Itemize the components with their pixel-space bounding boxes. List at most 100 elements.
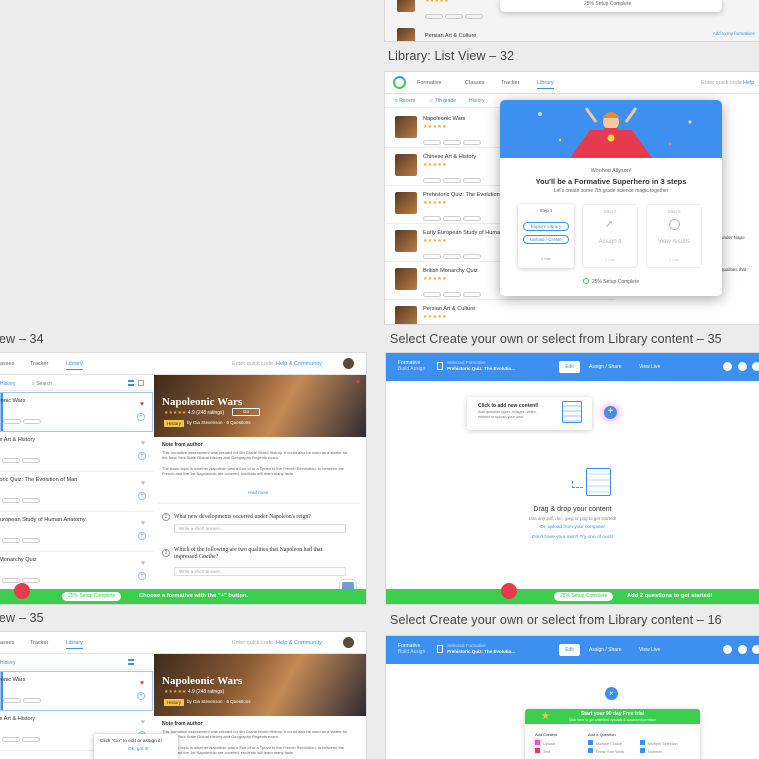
step-card-1[interactable]: Step 1 Explore Library Upload / Create 2… — [518, 204, 574, 268]
logo-icon[interactable] — [393, 76, 406, 89]
close-icon[interactable]: × — [605, 687, 618, 700]
list-item[interactable]: Prehistoric Quiz: The Evolution of Man ♥ + — [0, 472, 153, 512]
setup-bar: 25% Setup Complete Choose a formative wi… — [0, 583, 366, 604]
user-icon[interactable] — [738, 645, 747, 654]
list-view-icon[interactable] — [128, 659, 134, 665]
tag-pills — [423, 132, 483, 145]
list-item[interactable]: Persian Art & Culture ★★★★★ — [385, 300, 615, 324]
history-tab[interactable]: History — [0, 660, 16, 666]
author: by Gia Stevenson · 6 Questions — [187, 699, 251, 704]
nav-library[interactable]: Library — [66, 361, 83, 370]
nav-formatives[interactable]: Formative — [417, 80, 441, 86]
nav-classes[interactable]: asses — [0, 640, 14, 646]
search-input[interactable]: ⌕ Search — [32, 381, 52, 387]
heart-icon[interactable]: ♥ — [140, 680, 144, 687]
list-item-title[interactable]: Persian Art & Culture — [425, 33, 476, 39]
step-card-3[interactable]: Step 3 View results 1 min — [646, 204, 702, 268]
content-item-upload[interactable]: Upload — [535, 740, 555, 746]
tag-pills — [423, 246, 483, 259]
nav-classes[interactable]: Classes — [465, 80, 485, 86]
nav-library[interactable]: Library — [66, 640, 83, 649]
answer-field[interactable]: Write a short answer... — [174, 524, 346, 533]
mascot-icon — [14, 583, 30, 599]
help-link[interactable]: Help & Community — [276, 640, 322, 646]
list-item[interactable]: Early European Study of Human Anatomy ♥ + — [0, 512, 153, 552]
add-icon[interactable]: + — [138, 452, 146, 460]
heart-icon[interactable]: ♥ — [141, 560, 145, 567]
editor-topbar: Formative Build Assign Selected Formative… — [386, 353, 759, 381]
add-icon[interactable]: + — [138, 532, 146, 540]
tab-edit[interactable]: Edit — [559, 644, 580, 656]
go-button[interactable]: Go — [232, 408, 260, 416]
tab-assign-share[interactable]: Assign / Share — [589, 647, 622, 653]
drop-zone-icon — [586, 468, 611, 496]
answer-field[interactable]: Write a short answer... — [174, 567, 346, 576]
filter-chip[interactable]: ≡ Recent — [395, 98, 415, 104]
column-title: Add Content — [535, 732, 558, 737]
help-link[interactable]: Help — [743, 80, 754, 86]
tag-icon[interactable] — [723, 645, 732, 654]
heart-icon[interactable]: ♥ — [141, 719, 145, 726]
list-view-icon[interactable] — [128, 380, 134, 386]
formative-name[interactable]: Selected Formative Prehistoric Quiz: The … — [447, 360, 515, 372]
tab-assign-share[interactable]: Assign / Share — [589, 364, 622, 370]
add-icon[interactable]: + — [137, 692, 145, 700]
user-icon[interactable] — [738, 362, 747, 371]
step-card-2[interactable]: Step 2 ➚ Assign it 1 min — [582, 204, 638, 268]
history-tab[interactable]: History — [0, 381, 16, 387]
tab-view-live[interactable]: View Live — [639, 364, 660, 370]
heart-icon[interactable]: ♥ — [356, 379, 360, 386]
list-item[interactable]: Napoleonic Wars ♥ + — [0, 671, 153, 711]
upload-create-button[interactable]: Upload / Create — [523, 235, 569, 244]
list-item-title: Persian Art & Culture — [423, 306, 476, 312]
help-link[interactable]: Help & Community — [276, 361, 322, 367]
question-item[interactable]: Numeric — [640, 748, 662, 754]
history-tag: History — [164, 699, 185, 706]
add-icon[interactable]: + — [137, 413, 145, 421]
trial-banner[interactable]: ★ Start your 90 day Free trial Click her… — [525, 709, 700, 724]
go-tooltip: Click "Go" to edit or assign it! Ok, got… — [94, 734, 178, 759]
nav-tracker[interactable]: Tracker — [30, 640, 48, 646]
tab-edit[interactable]: Edit — [559, 361, 580, 373]
nav-library[interactable]: Library — [537, 80, 554, 89]
add-to-formatives-link[interactable]: Add to my formatives — [713, 31, 755, 36]
avatar[interactable] — [343, 358, 354, 369]
settings-icon[interactable] — [752, 645, 759, 654]
add-icon[interactable]: + — [138, 492, 146, 500]
upload-link[interactable]: Or, upload from your computer — [386, 525, 759, 530]
grid-view-icon[interactable] — [138, 380, 144, 386]
list-item[interactable]: Napoleonic Wars ♥ + — [0, 392, 153, 432]
filter-history[interactable]: History — [469, 98, 485, 104]
add-icon[interactable]: + — [138, 572, 146, 580]
content-item-text[interactable]: Text — [535, 748, 550, 754]
list-item[interactable]: Chinese Art & History ♥ + — [0, 432, 153, 472]
quick-code-input[interactable]: Enter quick code — [701, 80, 742, 86]
add-content-button[interactable]: + — [604, 406, 617, 419]
search-bar: History — [0, 654, 153, 670]
filter-chip[interactable]: ☆ 7th grade — [429, 98, 456, 104]
quick-code-input[interactable]: Enter quick code — [232, 361, 273, 367]
explore-library-button[interactable]: Explore Library — [523, 222, 569, 231]
setup-progress-text: 25% Setup Complete — [584, 1, 632, 7]
formative-name[interactable]: Selected Formative Prehistoric Quiz: The … — [447, 643, 515, 655]
nav-tracker[interactable]: Tracker — [30, 361, 48, 367]
step-label: Step 2 — [603, 209, 617, 214]
numeric-icon — [640, 748, 645, 753]
nav-classes[interactable]: asses — [0, 361, 14, 367]
heart-icon[interactable]: ♥ — [141, 480, 145, 487]
heart-icon[interactable]: ♥ — [141, 440, 145, 447]
avatar[interactable] — [343, 637, 354, 648]
quick-code-input[interactable]: Enter quick code — [232, 640, 273, 646]
heart-icon[interactable]: ♥ — [141, 520, 145, 527]
question-item[interactable]: Multiple Selection — [640, 740, 678, 746]
tooltip-dismiss-link[interactable]: Ok, got it! — [128, 747, 149, 752]
settings-icon[interactable] — [752, 362, 759, 371]
nav-tracker[interactable]: Tracker — [501, 80, 519, 86]
question-item[interactable]: Multiple Choice — [588, 740, 622, 746]
tag-icon[interactable] — [723, 362, 732, 371]
question-item[interactable]: Show Your Work — [588, 748, 624, 754]
heart-icon[interactable]: ♥ — [140, 401, 144, 408]
sample-link[interactable]: Don't have your own? Try one of ours! — [386, 535, 759, 540]
tab-view-live[interactable]: View Live — [639, 647, 660, 653]
read-more-link[interactable]: read more — [248, 490, 269, 495]
